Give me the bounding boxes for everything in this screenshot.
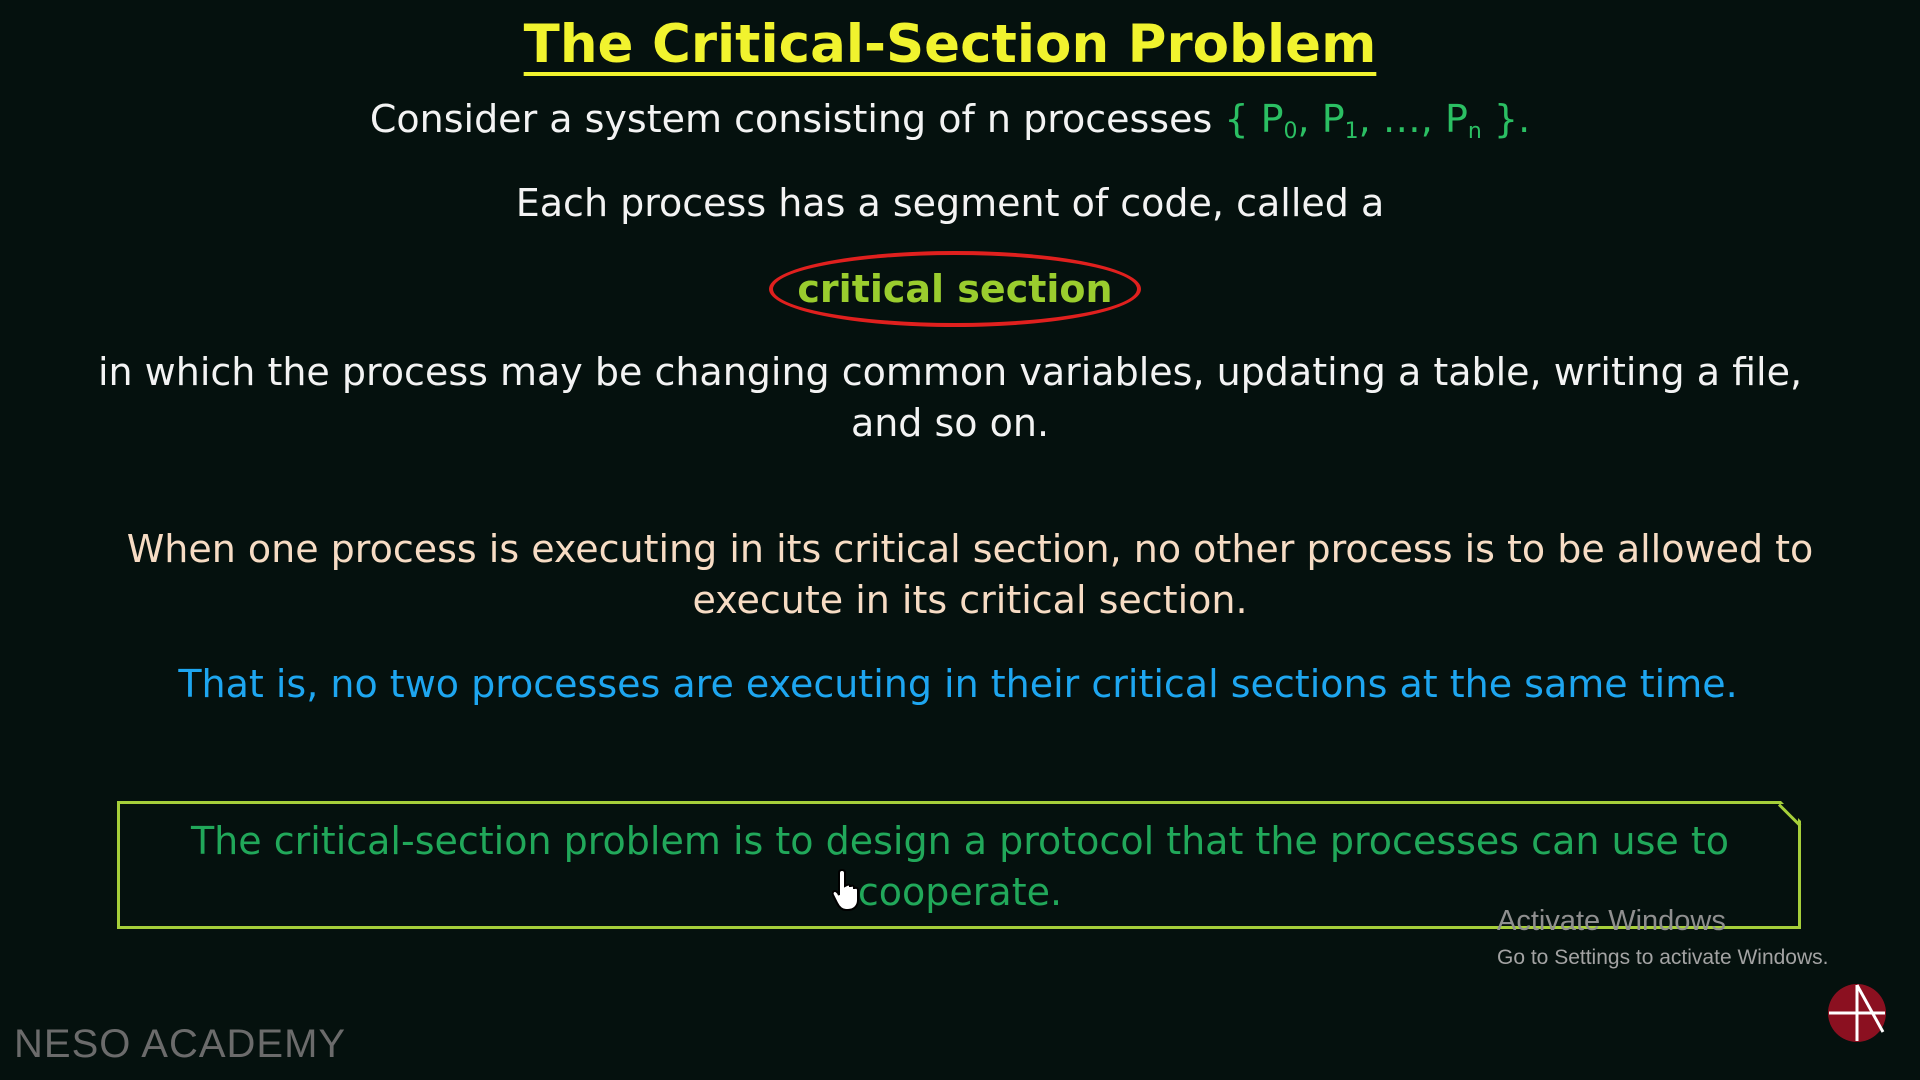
critical-section-label: critical section [797,267,1113,311]
slide-title: The Critical-Section Problem [0,14,1900,75]
critical-section-highlight: critical section [769,251,1141,327]
definition-text: The critical-section problem is to desig… [150,816,1770,918]
intro-text: Consider a system consisting of n proces… [369,97,1225,141]
hand-cursor-icon [832,868,859,911]
definition-line-1: The critical-section problem is to desig… [190,819,1730,863]
summary-line: That is, no two processes are executing … [178,662,1738,706]
segment-line: Each process has a segment of code, call… [515,181,1385,225]
slide-title-text: The Critical-Section Problem [523,14,1377,75]
activate-windows-subtitle[interactable]: Go to Settings to activate Windows. [1497,946,1829,970]
activate-windows-title: Activate Windows [1497,905,1726,937]
process-set: { P0, P1, …, Pn }. [1224,97,1531,144]
neso-academy-watermark: NESO ACADEMY [14,1022,347,1066]
description-line-1: in which the process may be changing com… [97,350,1803,394]
intro-line: Consider a system consisting of n proces… [0,94,1900,157]
neso-logo-icon [1828,984,1886,1042]
rule-line-1: When one process is executing in its cri… [126,527,1814,571]
rule-line-2: execute in its critical section. [692,578,1248,622]
description-line-2: and so on. [850,401,1050,445]
